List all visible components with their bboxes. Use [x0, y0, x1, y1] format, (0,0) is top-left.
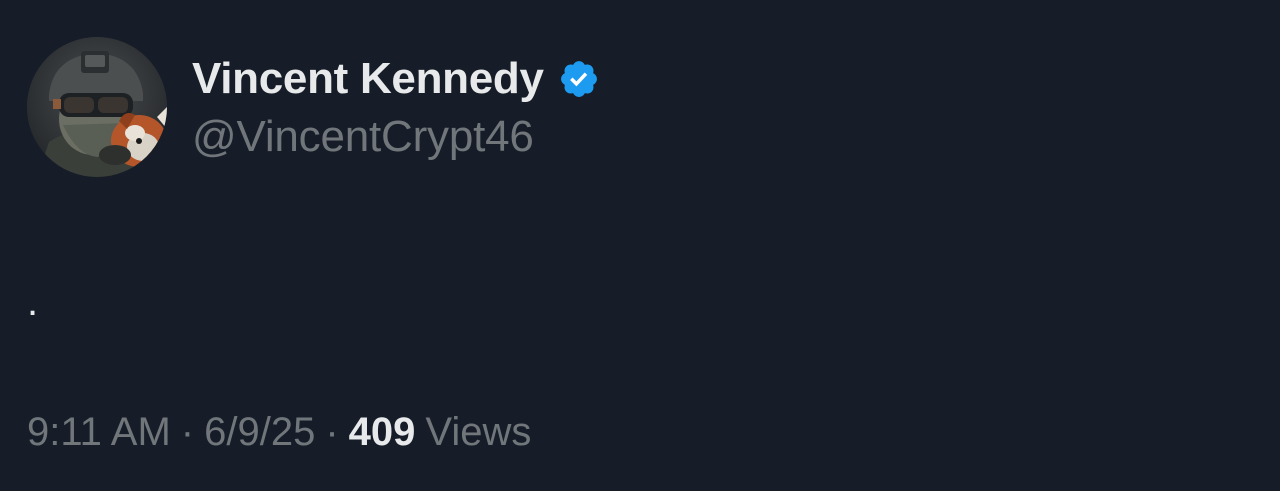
tweet-meta: 9:11 AM · 6/9/25 · 409 Views — [27, 406, 531, 458]
views-count[interactable]: 409 — [349, 410, 416, 455]
tweet-date-link[interactable]: 6/9/25 — [204, 410, 315, 455]
author-handle[interactable]: @VincentCrypt46 — [192, 112, 534, 162]
author-name-row[interactable]: Vincent Kennedy — [192, 52, 600, 106]
tweet-time-link[interactable]: 9:11 AM — [27, 410, 171, 455]
views-label[interactable]: Views — [425, 410, 531, 455]
meta-separator: · — [180, 409, 195, 454]
tweet-card: Vincent Kennedy @VincentCrypt46 . 9:11 A… — [0, 0, 1280, 491]
meta-separator: · — [325, 409, 339, 454]
tweet-text: . — [27, 280, 39, 324]
verified-badge-icon[interactable] — [558, 58, 600, 100]
avatar[interactable] — [27, 37, 167, 177]
author-display-name[interactable]: Vincent Kennedy — [192, 54, 544, 104]
avatar-image — [27, 37, 167, 177]
